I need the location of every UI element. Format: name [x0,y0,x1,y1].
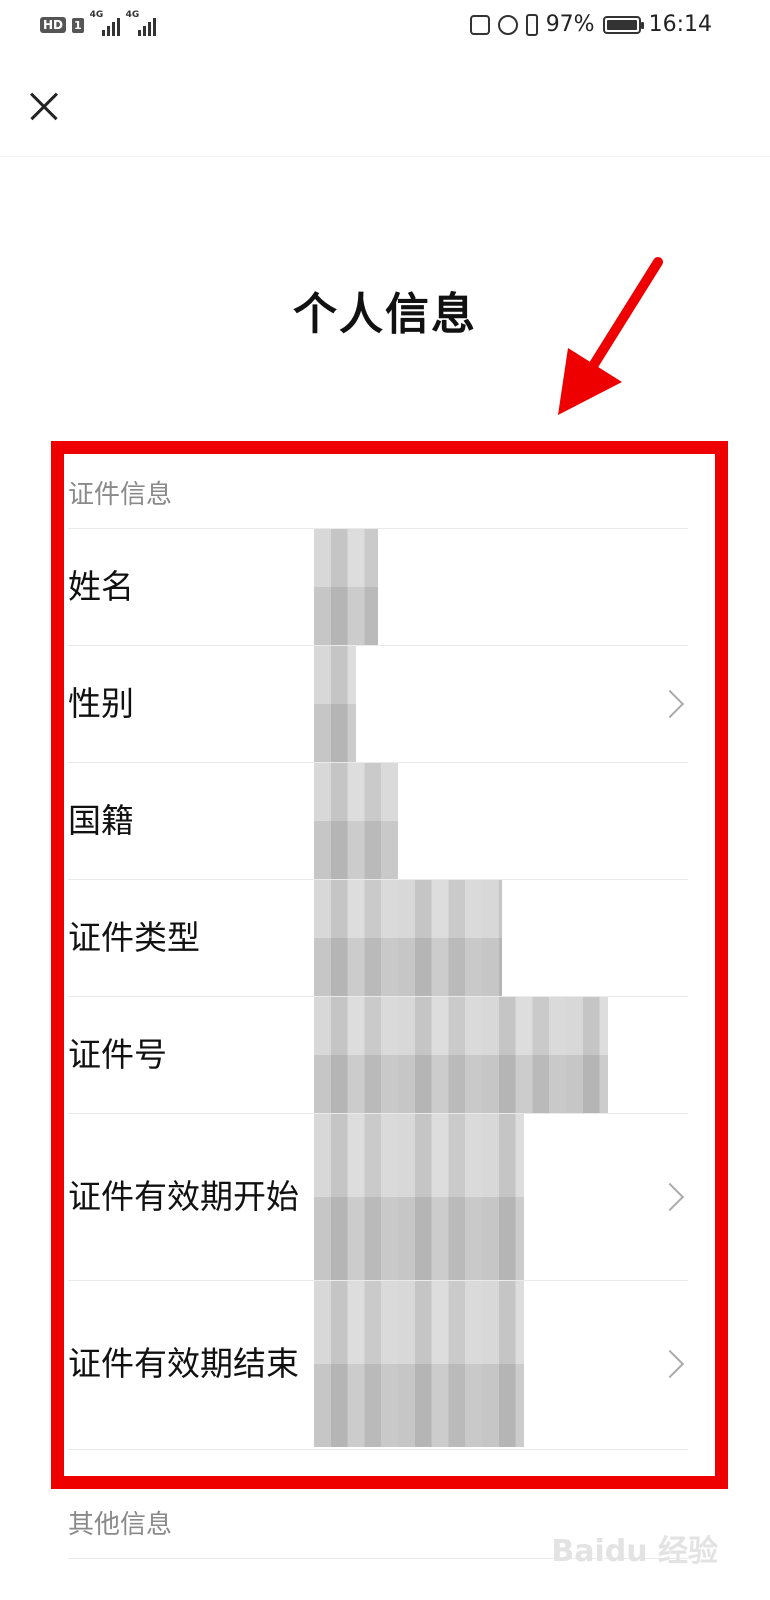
network-type-2: 4G [125,10,140,20]
obscured-value [314,997,608,1113]
clock: 16:14 [648,12,712,37]
chevron-right-icon[interactable] [655,1349,685,1379]
battery-icon [602,15,644,34]
row-gender[interactable]: 性别 [68,645,688,762]
section-header-other-info: 其他信息 [68,1510,173,1540]
row-id-type: 证件类型 [68,879,688,996]
id-info-list: 姓名 性别 国籍 证件类型 证件号 证件有效期开始 证件有效期结束 [68,528,688,1447]
row-name: 姓名 [68,528,688,645]
vibrate-icon [525,13,538,36]
hd-badge: HD [40,17,67,33]
battery-percent: 97% [545,12,595,37]
network-type-1: 4G [89,10,104,20]
nav-divider [0,156,770,157]
row-label-id-type: 证件类型 [68,917,200,957]
obscured-value [314,880,502,996]
obscured-value [314,529,378,645]
chevron-right-icon[interactable] [655,689,685,719]
row-id-number: 证件号 [68,996,688,1113]
row-id-valid-start[interactable]: 证件有效期开始 [68,1113,688,1280]
annotation-arrow [558,257,663,415]
row-label-nationality: 国籍 [68,800,134,840]
row-label-name: 姓名 [68,566,134,606]
obscured-value [314,1114,524,1280]
row-label-id-valid-start: 证件有效期开始 [68,1176,299,1216]
alarm-icon [497,14,518,35]
nfc-icon [469,14,490,35]
row-label-gender: 性别 [68,683,134,723]
signal-icon: 4G [90,10,120,36]
row-label-id-valid-end: 证件有效期结束 [68,1343,299,1383]
chevron-right-icon[interactable] [655,1182,685,1212]
obscured-value [314,646,356,762]
status-left: HD 1 4G 4G [40,10,156,36]
section-header-id-info: 证件信息 [68,480,173,510]
list-divider [68,1449,688,1450]
obscured-value [314,763,398,879]
row-label-id-number: 证件号 [68,1034,167,1074]
close-icon[interactable] [24,86,64,126]
row-nationality: 国籍 [68,762,688,879]
sim-badge: 1 [72,17,84,33]
status-right: 97% 16:14 [469,12,712,37]
watermark-logo: Baidu 经验 [551,1534,718,1569]
status-bar: HD 1 4G 4G 97% 16:14 [0,0,770,60]
signal-icon-2: 4G [126,10,156,36]
obscured-value [314,1281,524,1447]
row-id-valid-end[interactable]: 证件有效期结束 [68,1280,688,1447]
